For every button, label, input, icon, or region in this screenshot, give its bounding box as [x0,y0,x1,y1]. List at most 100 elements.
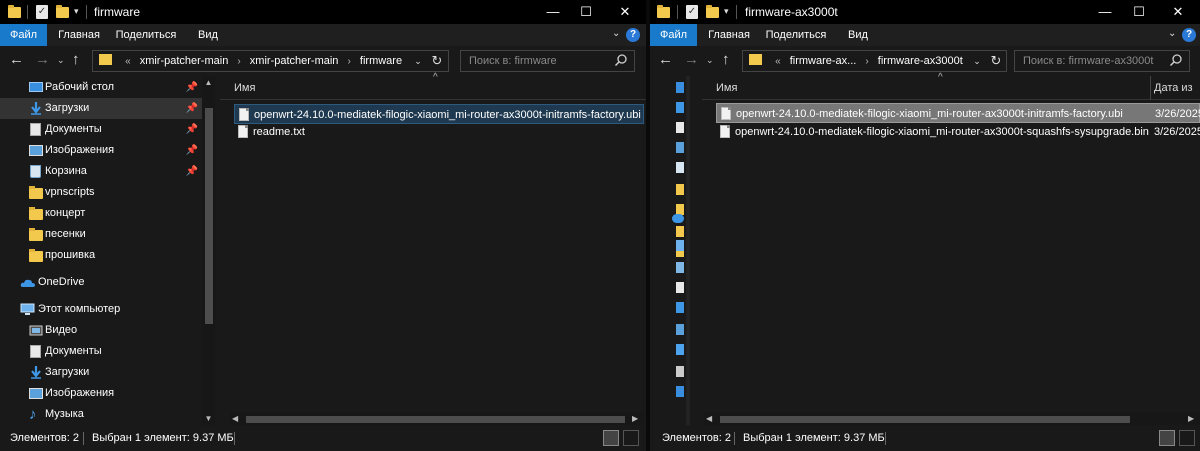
help-icon[interactable]: ? [626,28,640,42]
tab-file[interactable]: Файл [650,24,697,46]
computer-icon[interactable] [676,240,684,251]
title-bar[interactable]: ✓ ▾ firmware-ax3000t — ☐ ✕ [650,0,1200,24]
file-row[interactable]: openwrt-24.10.0-mediatek-filogic-xiaomi_… [234,104,644,124]
expand-ribbon-icon[interactable]: ⌄ [612,28,620,39]
tab-share[interactable]: Поделиться [763,24,829,46]
large-icons-view-icon[interactable] [1179,430,1195,446]
breadcrumb-item[interactable]: xmir-patcher-main [140,55,229,67]
address-dropdown-icon[interactable]: ⌄ [409,51,427,71]
file-row[interactable]: openwrt-24.10.0-mediatek-filogic-xiaomi_… [716,122,1200,142]
recycle-bin-icon[interactable] [676,162,684,173]
nav-item-onedrive[interactable]: OneDrive [0,272,202,293]
nav-item-this-pc[interactable]: Этот компьютер [0,299,202,320]
search-icon[interactable] [614,53,628,67]
customize-toolbar-icon[interactable]: ▾ [724,6,729,22]
file-list-scrollbar[interactable]: ◀ ▶ [704,412,1200,425]
tab-home[interactable]: Главная [704,24,754,46]
documents-icon[interactable] [676,122,684,133]
pictures-icon[interactable] [676,142,684,153]
folder-icon[interactable] [676,184,684,195]
refresh-icon[interactable]: ↻ [986,51,1006,71]
details-view-icon[interactable] [1159,430,1175,446]
folder-icon[interactable] [676,226,684,237]
nav-item-folder[interactable]: песенки [0,224,202,245]
tab-view[interactable]: Вид [191,24,225,46]
forward-button[interactable]: → [684,52,699,68]
file-row[interactable]: readme.txt [234,122,644,142]
scroll-left-icon[interactable]: ◀ [706,412,712,425]
up-button[interactable]: ↑ [722,52,730,68]
details-view-icon[interactable] [603,430,619,446]
drive-icon[interactable] [676,366,684,377]
search-input[interactable] [1023,52,1163,70]
pictures-icon[interactable] [676,324,684,335]
scrollbar-thumb[interactable] [246,416,625,423]
nav-item-documents[interactable]: Документы [0,341,202,362]
desktop-icon[interactable] [676,82,684,93]
expand-ribbon-icon[interactable]: ⌄ [1168,28,1176,39]
title-bar[interactable]: ✓ ▾ firmware — ☐ ✕ [0,0,646,24]
tab-home[interactable]: Главная [54,24,104,46]
breadcrumb-item[interactable]: xmir-patcher-main [250,55,339,67]
nav-item-videos[interactable]: Видео [0,320,202,341]
videos-icon[interactable] [676,262,684,273]
recent-locations-icon[interactable]: ⌄ [57,55,65,66]
column-header-name[interactable]: Имя [234,82,255,94]
forward-button[interactable]: → [35,52,50,68]
nav-item-pictures[interactable]: Изображения [0,383,202,404]
search-icon[interactable] [1169,53,1183,67]
address-bar[interactable]: « xmir-patcher-main › xmir-patcher-main … [92,50,449,72]
up-button[interactable]: ↑ [72,52,80,68]
nav-item-music[interactable]: ♪ Музыка [0,404,202,425]
close-button[interactable]: ✕ [602,0,646,24]
column-header-date[interactable]: Дата из [1154,82,1193,94]
scroll-right-icon[interactable]: ▶ [1188,412,1194,425]
scroll-down-icon[interactable]: ▼ [202,414,215,423]
downloads-icon[interactable] [676,302,684,313]
scroll-up-icon[interactable]: ▲ [202,78,215,87]
nav-item-downloads[interactable]: Загрузки 📌 [0,98,202,119]
help-icon[interactable]: ? [1182,28,1196,42]
nav-item-folder[interactable]: прошивка [0,245,202,266]
nav-item-recycle-bin[interactable]: Корзина 📌 [0,161,202,182]
nav-item-downloads[interactable]: Загрузки [0,362,202,383]
refresh-icon[interactable]: ↻ [427,51,447,71]
properties-icon[interactable]: ✓ [686,5,698,19]
recent-locations-icon[interactable]: ⌄ [706,55,714,66]
address-dropdown-icon[interactable]: ⌄ [968,51,986,71]
file-list-scrollbar[interactable]: ◀ ▶ [230,412,644,425]
file-row[interactable]: openwrt-24.10.0-mediatek-filogic-xiaomi_… [716,103,1200,123]
new-folder-icon[interactable] [706,5,719,18]
overflow-chevron[interactable]: « [775,56,781,67]
nav-item-pictures[interactable]: Изображения 📌 [0,140,202,161]
column-header-name[interactable]: Имя [716,82,737,94]
nav-pane-scrollbar[interactable]: ▲ ▼ [202,76,215,426]
tab-file[interactable]: Файл [0,24,47,46]
overflow-chevron[interactable]: « [125,56,131,67]
search-input[interactable] [469,52,608,70]
back-button[interactable]: ← [658,52,673,68]
nav-item-folder[interactable]: vpnscripts [0,182,202,203]
scroll-left-icon[interactable]: ◀ [232,412,238,425]
tab-share[interactable]: Поделиться [113,24,179,46]
breadcrumb-separator-icon[interactable]: › [865,56,868,67]
breadcrumb-item[interactable]: firmware-ax3000t [878,55,963,67]
breadcrumb-item[interactable]: firmware [360,55,402,67]
scroll-right-icon[interactable]: ▶ [632,412,638,425]
nav-item-folder[interactable]: концерт [0,203,202,224]
new-folder-icon[interactable] [56,5,69,18]
customize-toolbar-icon[interactable]: ▾ [74,6,79,22]
search-box[interactable] [460,50,635,72]
tab-view[interactable]: Вид [841,24,875,46]
drive-icon[interactable] [676,386,684,397]
back-button[interactable]: ← [9,52,24,68]
breadcrumb-separator-icon[interactable]: › [237,56,240,67]
search-box[interactable] [1014,50,1190,72]
nav-item-desktop[interactable]: Рабочий стол 📌 [0,77,202,98]
scrollbar-thumb[interactable] [720,416,1130,423]
scrollbar-thumb[interactable] [205,108,213,324]
properties-icon[interactable]: ✓ [36,5,48,19]
address-bar[interactable]: « firmware-ax... › firmware-ax3000t ⌄ ↻ [742,50,1007,72]
breadcrumb-separator-icon[interactable]: › [348,56,351,67]
breadcrumb-item[interactable]: firmware-ax... [790,55,857,67]
